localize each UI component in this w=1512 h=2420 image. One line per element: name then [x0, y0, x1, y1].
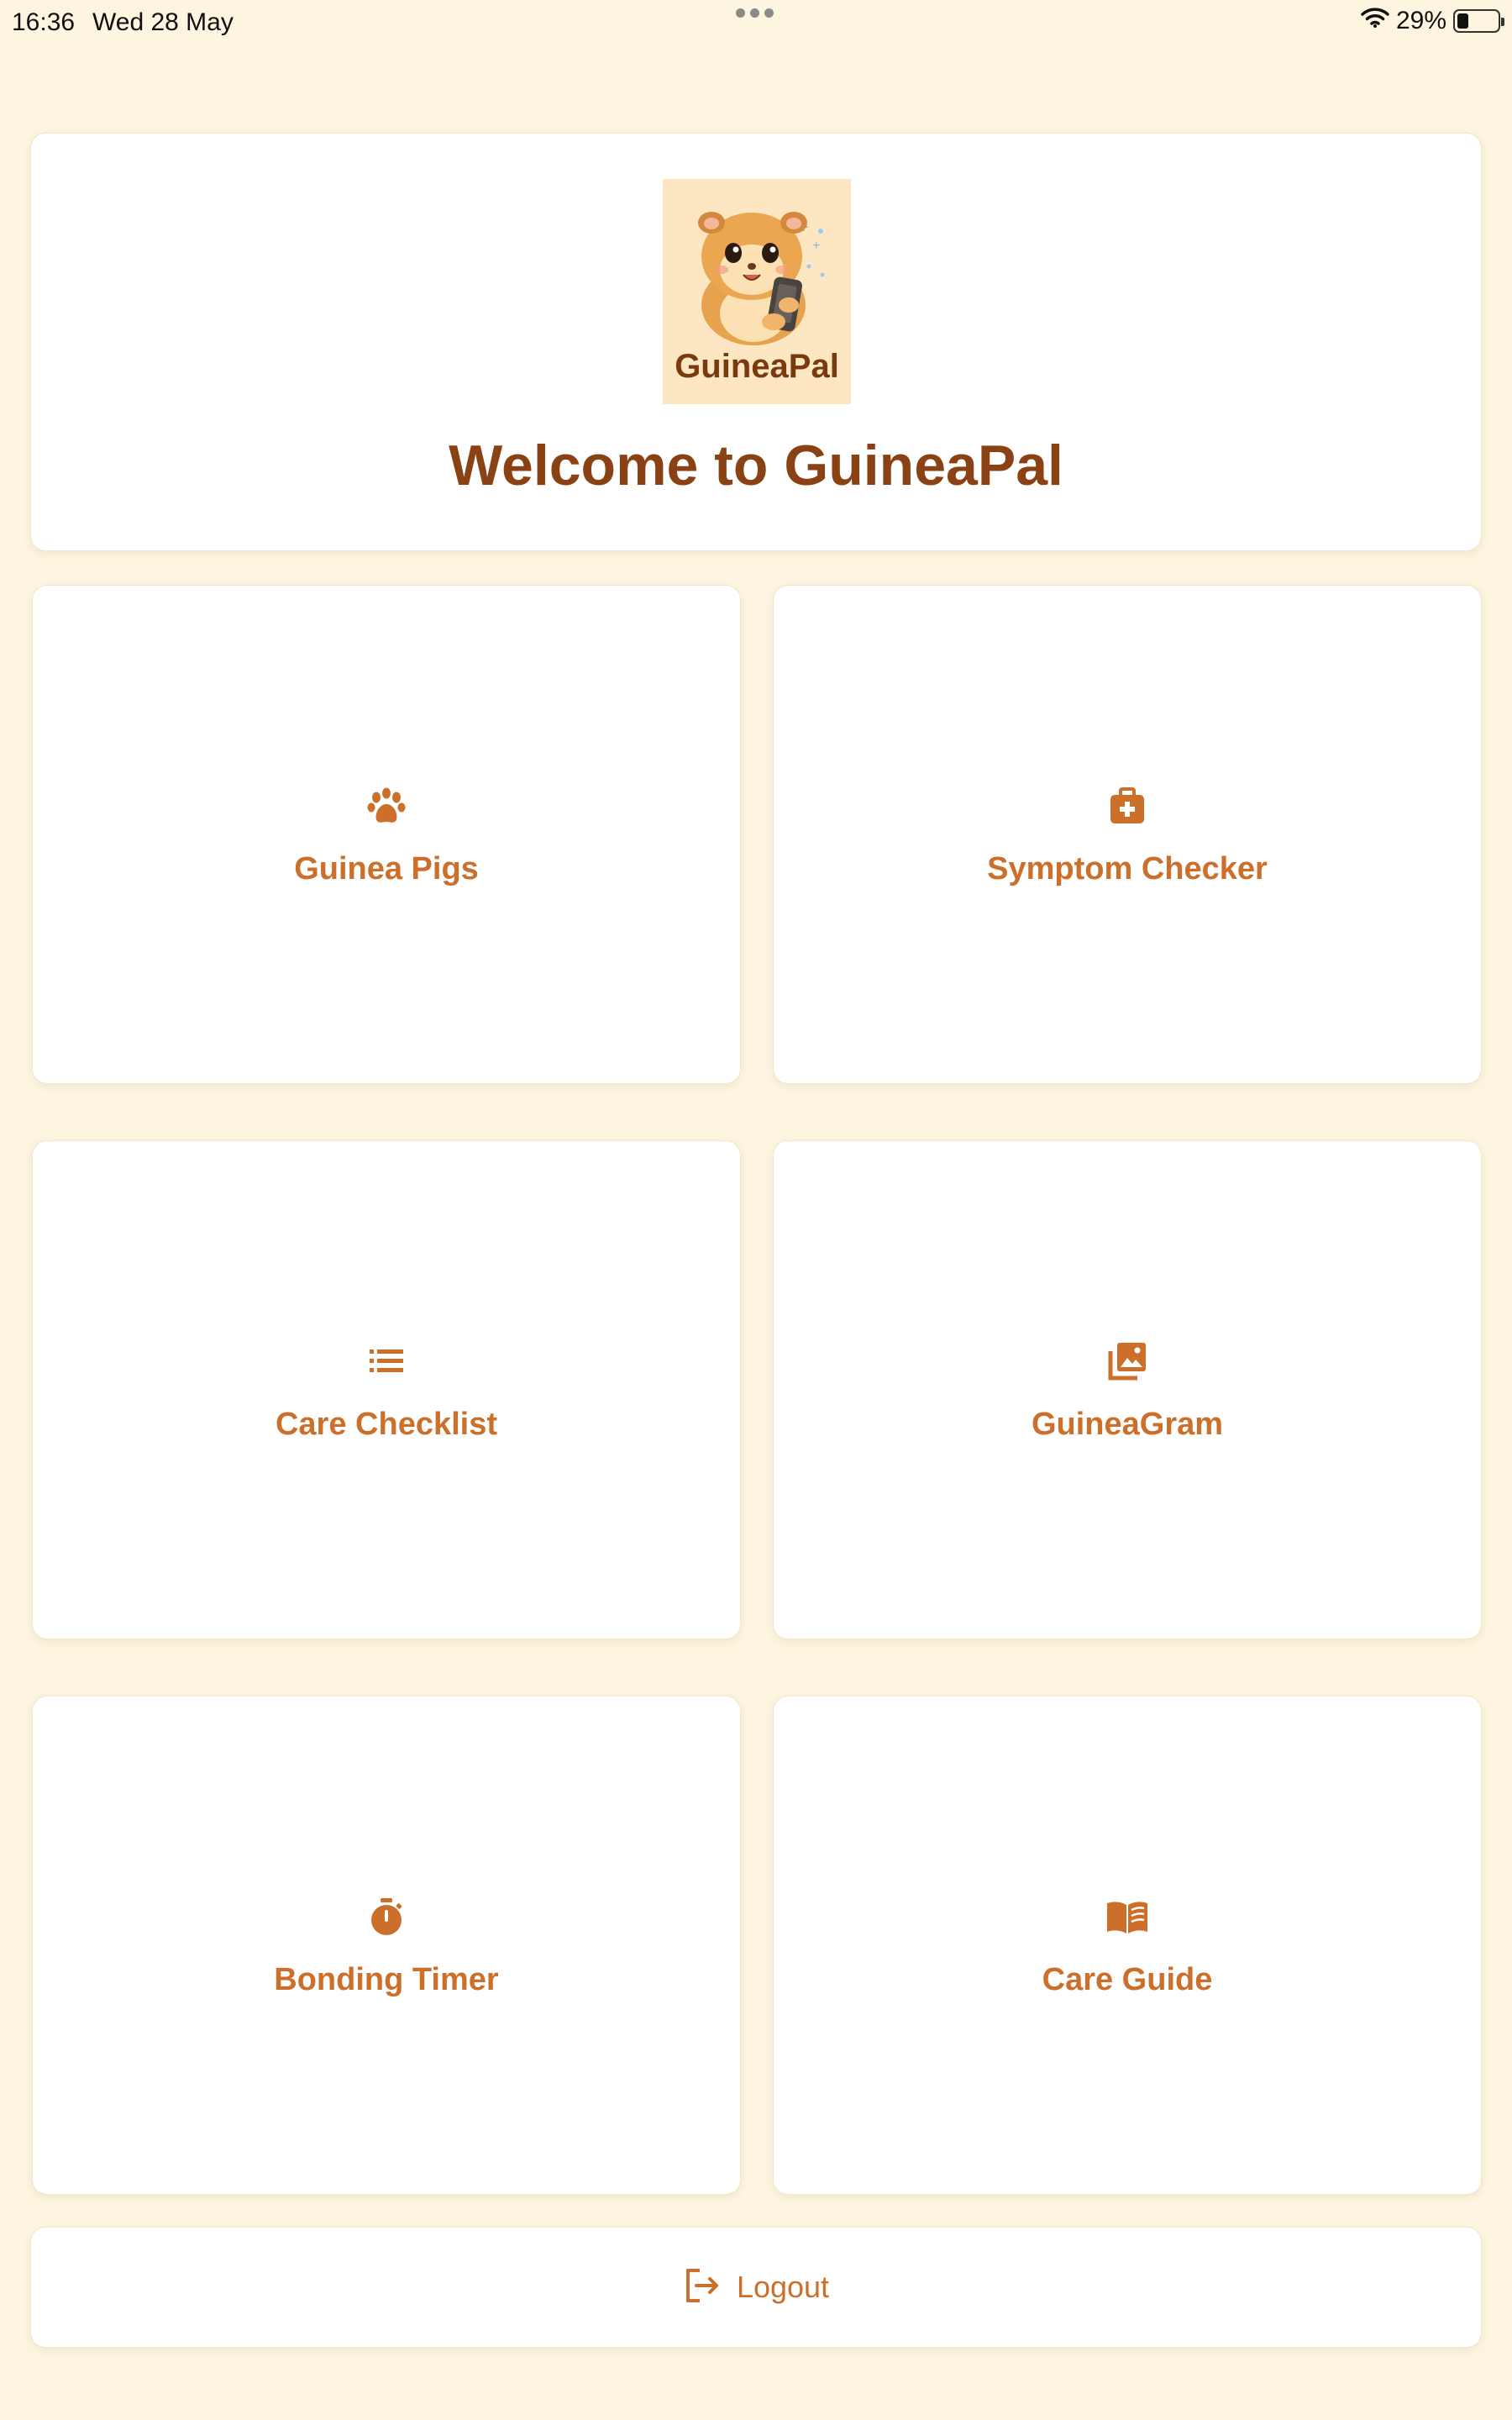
- tile-care-guide[interactable]: Care Guide: [773, 1696, 1482, 2195]
- guinea-pig-mascot-icon: + +: [698, 212, 825, 345]
- tile-label: Care Checklist: [275, 1406, 497, 1442]
- logout-icon: [683, 2267, 720, 2308]
- stopwatch-icon: [363, 1893, 410, 1940]
- tile-guinea-pigs[interactable]: Guinea Pigs: [32, 585, 741, 1084]
- battery-percent: 29%: [1395, 7, 1446, 34]
- logout-label: Logout: [736, 2270, 830, 2304]
- status-bar: 16:36 Wed 28 May 29%: [0, 0, 1512, 47]
- tile-symptom-checker[interactable]: Symptom Checker: [773, 585, 1482, 1084]
- status-date: Wed 28 May: [92, 8, 234, 36]
- medkit-icon: [1104, 782, 1151, 829]
- tile-care-checklist[interactable]: Care Checklist: [32, 1140, 741, 1639]
- page-title: Welcome to GuineaPal: [449, 434, 1063, 497]
- wifi-icon: [1361, 7, 1389, 35]
- status-time: 16:36: [12, 8, 76, 36]
- book-icon: [1104, 1893, 1151, 1940]
- multitasking-dots-icon[interactable]: [736, 8, 774, 18]
- tile-guineagram[interactable]: GuineaGram: [773, 1140, 1482, 1639]
- paw-icon: [363, 782, 410, 829]
- logo-text: GuineaPal: [675, 348, 839, 385]
- tile-label: Guinea Pigs: [294, 850, 479, 886]
- tile-label: GuineaGram: [1031, 1406, 1224, 1442]
- app-logo: + +: [663, 179, 851, 404]
- status-indicators: 29%: [1361, 7, 1504, 35]
- tile-label: Care Guide: [1042, 1961, 1213, 1997]
- tile-label: Bonding Timer: [274, 1961, 499, 1997]
- tile-label: Symptom Checker: [987, 850, 1268, 886]
- svg-text:+: +: [812, 239, 820, 253]
- battery-icon: [1453, 9, 1504, 33]
- photo-library-icon: [1104, 1338, 1151, 1385]
- tile-bonding-timer[interactable]: Bonding Timer: [32, 1696, 741, 2195]
- logout-button[interactable]: Logout: [30, 2227, 1482, 2348]
- welcome-card: + +: [30, 133, 1482, 551]
- list-icon: [363, 1338, 410, 1385]
